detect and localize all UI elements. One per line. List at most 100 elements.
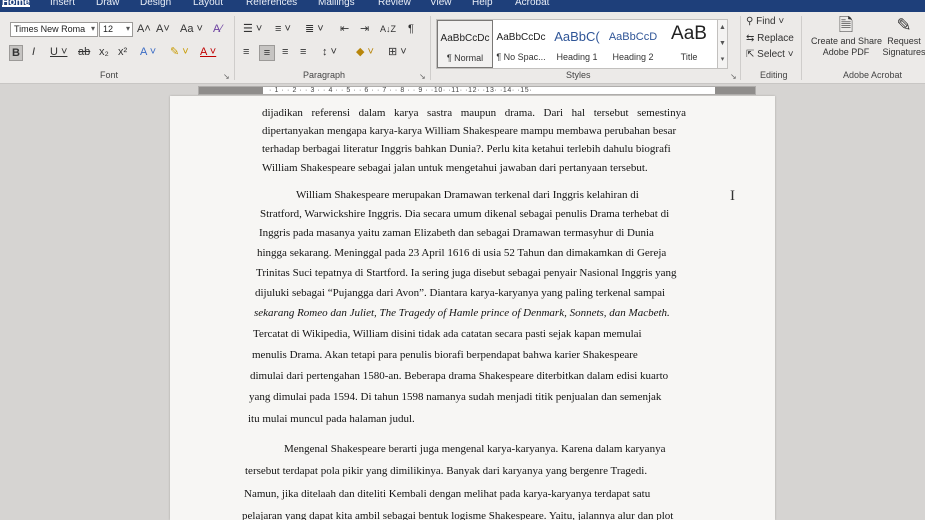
editing-group-label: Editing: [760, 70, 788, 80]
increase-indent-button[interactable]: ⇥: [360, 22, 369, 36]
create-share-label-2: Adobe PDF: [822, 47, 870, 57]
style-title[interactable]: AaB Title: [661, 20, 717, 68]
style-sample: AaBbCcDc: [440, 33, 490, 44]
text-line: dijadikan referensi dalam karya sastra m…: [262, 107, 686, 119]
paragraph-group-label: Paragraph: [303, 70, 346, 80]
request-signatures-button[interactable]: ✎ Request Signatures: [880, 14, 925, 58]
tab-mailings[interactable]: Mailings: [318, 0, 355, 8]
highlight-button[interactable]: ✎ ˅: [170, 45, 189, 59]
style-name: ¶ Normal: [446, 53, 484, 63]
style-name: Heading 2: [612, 52, 654, 62]
subscript-button[interactable]: x₂: [99, 45, 109, 59]
divider: [234, 16, 235, 80]
tab-layout[interactable]: Layout: [193, 0, 223, 8]
ibeam-cursor-icon: I: [730, 188, 735, 204]
style-sample: AaBbCcD: [608, 31, 658, 43]
bullets-button[interactable]: ☰ ˅: [243, 22, 262, 36]
bold-button[interactable]: B: [9, 45, 23, 61]
replace-button[interactable]: ⇆ Replace: [746, 32, 794, 46]
decrease-indent-button[interactable]: ⇤: [340, 22, 349, 36]
replace-icon: ⇆: [746, 33, 755, 44]
find-button[interactable]: ⚲ Find ˅: [746, 15, 784, 29]
borders-button[interactable]: ⊞ ˅: [388, 45, 407, 59]
shading-button[interactable]: ◆ ˅: [356, 45, 374, 59]
divider: [430, 16, 431, 80]
show-marks-button[interactable]: ¶: [408, 22, 414, 36]
create-share-pdf-button[interactable]: 🗎 Create and Share Adobe PDF: [811, 14, 882, 58]
document-page[interactable]: dijadikan referensi dalam karya sastra m…: [170, 96, 775, 520]
request-label-2: Signatures: [882, 47, 925, 57]
text-line: William Shakespeare sebagai jalan untuk …: [262, 162, 648, 174]
style-heading-2[interactable]: AaBbCcD Heading 2: [605, 20, 661, 68]
tab-help[interactable]: Help: [472, 0, 493, 8]
text-line: menulis Drama. Akan tetapi para penulis …: [252, 349, 638, 361]
font-size-combo[interactable]: 12 ▾: [99, 22, 133, 37]
numbering-button[interactable]: ≡ ˅: [275, 22, 291, 36]
chevron-down-icon: ▾: [90, 24, 95, 33]
text-line: tersebut terdapat pola pikir yang dimili…: [245, 465, 648, 477]
clear-formatting-button[interactable]: A⁄: [213, 22, 222, 36]
style-sample: AaBbC(: [554, 29, 600, 44]
styles-dialog-launcher[interactable]: ↘: [730, 72, 737, 81]
strikethrough-button[interactable]: ab: [78, 45, 90, 59]
font-color-button[interactable]: A ˅: [200, 45, 216, 59]
horizontal-ruler[interactable]: · 1 · · 2 · · 3 · · 4 · · 5 · · 6 · · 7 …: [198, 86, 756, 95]
select-label: Select ˅: [757, 49, 794, 60]
tab-design[interactable]: Design: [140, 0, 171, 8]
tab-home[interactable]: Home: [2, 0, 30, 8]
ruler-right-margin: [715, 87, 755, 94]
styles-gallery-scroll[interactable]: ▲ ▼ ▾: [717, 20, 727, 68]
justify-button[interactable]: ≡: [300, 45, 306, 59]
select-button[interactable]: ⇱ Select ˅: [746, 48, 794, 62]
font-group-label: Font: [100, 70, 119, 80]
ribbon-tabs: Home Insert Draw Design Layout Reference…: [0, 0, 925, 12]
style-heading-1[interactable]: AaBbC( Heading 1: [549, 20, 605, 68]
change-case-button[interactable]: Aa ˅: [180, 22, 203, 36]
font-size-value: 12: [103, 24, 114, 34]
shrink-font-button[interactable]: A˅: [156, 22, 170, 36]
text-line: Inggris pada masanya yaitu zaman Elizabe…: [259, 227, 654, 239]
font-name-value: Times New Roma: [14, 24, 86, 34]
text-line: Mengenal Shakespeare berarti juga mengen…: [284, 443, 666, 455]
style-sample: AaB: [671, 23, 707, 44]
font-dialog-launcher[interactable]: ↘: [223, 72, 230, 81]
underline-button[interactable]: U ˅: [50, 45, 67, 59]
tab-acrobat[interactable]: Acrobat: [515, 0, 549, 8]
center-button[interactable]: ≡: [259, 45, 275, 61]
style-no-spacing[interactable]: AaBbCcDc ¶ No Spac...: [493, 20, 549, 68]
multilevel-list-button[interactable]: ≣ ˅: [305, 22, 324, 36]
style-sample: AaBbCcDc: [496, 32, 546, 43]
italic-button[interactable]: I: [32, 45, 35, 59]
tab-view[interactable]: View: [430, 0, 452, 8]
text-line: terhadap berbagai literatur Inggris bahk…: [262, 143, 671, 155]
paragraph-dialog-launcher[interactable]: ↘: [419, 72, 426, 81]
style-name: Title: [680, 52, 698, 62]
tab-references[interactable]: References: [246, 0, 297, 8]
style-normal[interactable]: AaBbCcDc ¶ Normal: [437, 20, 493, 68]
divider: [801, 16, 802, 80]
style-name: ¶ No Spac...: [496, 52, 546, 62]
find-label: Find ˅: [756, 16, 785, 27]
tab-review[interactable]: Review: [378, 0, 411, 8]
grow-font-button[interactable]: A˄: [137, 22, 151, 36]
align-right-button[interactable]: ≡: [282, 45, 288, 59]
ruler-left-margin: [199, 87, 263, 94]
text-effects-button[interactable]: A ˅: [140, 45, 156, 59]
chevron-down-icon: ▾: [125, 24, 130, 33]
replace-label: Replace: [757, 33, 794, 44]
align-left-button[interactable]: ≡: [243, 45, 249, 59]
text-line: dipertanyakan mengapa karya-karya Willia…: [262, 125, 677, 137]
text-line: yang dimulai pada 1594. Di tahun 1598 na…: [249, 391, 662, 403]
superscript-button[interactable]: x²: [118, 45, 127, 59]
text-line: pelajaran yang dapat kita ambil sebagai …: [242, 510, 674, 520]
text-line: dimulai dari pertengahan 1580-an. Bebera…: [250, 370, 669, 382]
font-name-combo[interactable]: Times New Roma ▾: [10, 22, 98, 37]
line-spacing-button[interactable]: ↕ ˅: [322, 45, 337, 59]
text-line: Trinitas Suci tepatnya di Startford. Ia …: [256, 267, 677, 279]
text-line: William Shakespeare merupakan Dramawan t…: [296, 189, 639, 201]
text-line: hingga sekarang. Meninggal pada 23 April…: [257, 247, 667, 259]
tab-draw[interactable]: Draw: [96, 0, 119, 8]
tab-insert[interactable]: Insert: [50, 0, 75, 8]
sort-button[interactable]: A↓Z: [380, 22, 396, 36]
text-line: Namun, jika ditelaah dan diteliti Kembal…: [244, 488, 651, 500]
